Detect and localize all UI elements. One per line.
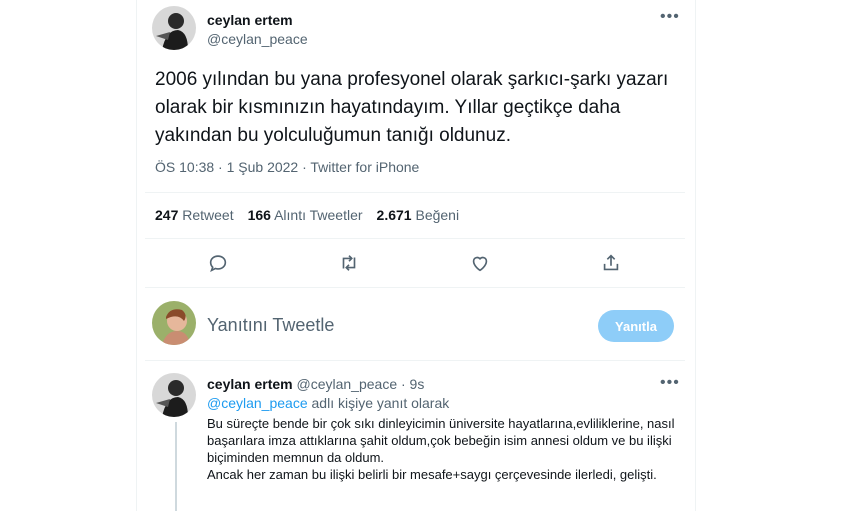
reply-author-name[interactable]: ceylan ertem xyxy=(207,376,293,392)
reply-input[interactable]: Yanıtını Tweetle xyxy=(207,315,334,336)
tweet-text: 2006 yılından bu yana profesyonel olarak… xyxy=(155,69,669,146)
divider xyxy=(145,238,685,239)
thread-line xyxy=(175,422,177,511)
user-avatar[interactable] xyxy=(152,301,196,345)
more-horizontal-icon[interactable]: ••• xyxy=(660,374,680,392)
more-horizontal-icon[interactable]: ••• xyxy=(660,8,680,26)
like-icon[interactable] xyxy=(469,252,491,274)
share-icon[interactable] xyxy=(600,252,622,274)
replying-to: @ceylan_peace adlı kişiye yanıt olarak xyxy=(207,395,450,411)
reply-icon[interactable] xyxy=(207,252,229,274)
reply-header: ceylan ertem @ceylan_peace · 9s xyxy=(207,376,424,392)
reply-text: Bu süreçte bende bir çok sıkı dinleyicim… xyxy=(207,416,675,482)
retweet-stat[interactable]: 247 Retweet xyxy=(155,207,234,223)
divider xyxy=(145,287,685,288)
reply-author-handle[interactable]: @ceylan_peace · 9s xyxy=(297,376,425,392)
divider xyxy=(145,360,685,361)
author-name[interactable]: ceylan ertem xyxy=(207,12,293,28)
author-avatar[interactable] xyxy=(152,6,196,50)
reply-button[interactable]: Yanıtla xyxy=(598,310,674,342)
replying-to-handle[interactable]: @ceylan_peace xyxy=(207,395,308,411)
like-stat[interactable]: 2.671 Beğeni xyxy=(377,207,460,223)
tweet-stats: 247 Retweet 166 Alıntı Tweetler 2.671 Be… xyxy=(155,207,459,223)
author-handle[interactable]: @ceylan_peace xyxy=(207,31,308,47)
tweet-meta[interactable]: ÖS 10:38 · 1 Şub 2022 · Twitter for iPho… xyxy=(155,159,419,175)
quote-stat[interactable]: 166 Alıntı Tweetler xyxy=(248,207,363,223)
reply-author-avatar[interactable] xyxy=(152,373,196,417)
divider xyxy=(145,192,685,193)
retweet-icon[interactable] xyxy=(338,252,360,274)
